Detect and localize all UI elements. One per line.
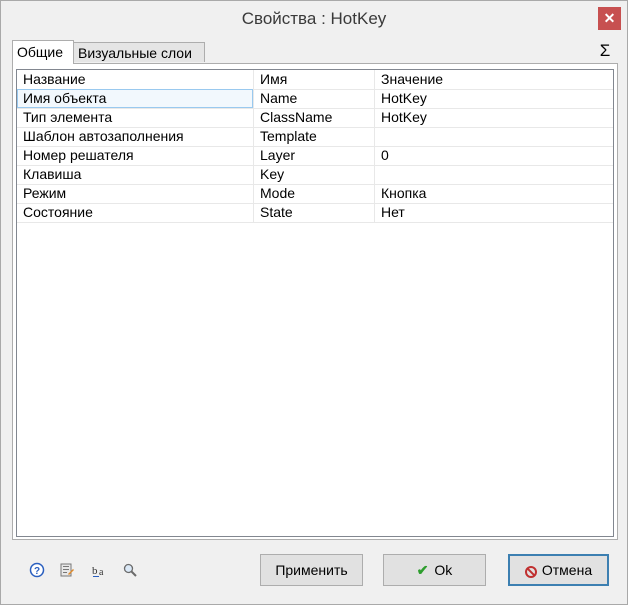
svg-text:?: ? (34, 566, 40, 577)
table-row[interactable]: Шаблон автозаполнения Template (17, 127, 613, 147)
cell-title[interactable]: Номер решателя (17, 146, 253, 165)
window-title: Свойства : HotKey (241, 9, 387, 28)
cell-value[interactable] (374, 127, 613, 146)
tab-general[interactable]: Общие (12, 40, 74, 64)
sigma-icon[interactable]: Σ (597, 41, 613, 61)
settings-edit-icon[interactable] (59, 562, 75, 578)
cell-value[interactable]: Нет (374, 203, 613, 222)
cell-title[interactable]: Имя объекта (17, 89, 253, 108)
cell-value[interactable]: HotKey (374, 89, 613, 108)
help-icon[interactable]: ? (29, 562, 45, 578)
cell-name[interactable]: Layer (253, 146, 374, 165)
ok-button[interactable]: ✔ Ok (383, 554, 486, 586)
tab-visual-layers[interactable]: Визуальные слои (73, 42, 205, 62)
cell-value[interactable]: Кнопка (374, 184, 613, 203)
cell-title[interactable]: Тип элемента (17, 108, 253, 127)
cell-name[interactable]: Name (253, 89, 374, 108)
close-button[interactable]: ✕ (598, 7, 621, 30)
header-title[interactable]: Название (17, 70, 253, 89)
title-bar[interactable]: Свойства : HotKey ✕ (1, 1, 627, 38)
table-row[interactable]: Режим Mode Кнопка (17, 184, 613, 204)
cell-value[interactable] (374, 165, 613, 184)
table-row[interactable]: Клавиша Key (17, 165, 613, 185)
check-icon: ✔ (416, 562, 429, 578)
table-row[interactable]: Состояние State Нет (17, 203, 613, 223)
cell-name[interactable]: Key (253, 165, 374, 184)
cancel-label: Отмена (541, 562, 593, 578)
dialog-footer: ? ba Применить ✔ Ok Отмена (1, 546, 627, 604)
header-name[interactable]: Имя (253, 70, 374, 89)
svg-text:a: a (99, 567, 104, 578)
cell-name[interactable]: ClassName (253, 108, 374, 127)
cell-name[interactable]: Mode (253, 184, 374, 203)
cell-title[interactable]: Клавиша (17, 165, 253, 184)
cancel-icon (524, 566, 537, 578)
cell-title[interactable]: Состояние (17, 203, 253, 222)
properties-dialog: Свойства : HotKey ✕ Общие Визуальные сло… (0, 0, 628, 605)
ok-label: Ok (434, 562, 453, 578)
table-row[interactable]: Тип элемента ClassName HotKey (17, 108, 613, 128)
apply-button[interactable]: Применить (260, 554, 363, 586)
search-icon[interactable] (122, 562, 138, 578)
cell-title[interactable]: Режим (17, 184, 253, 203)
cell-value[interactable]: HotKey (374, 108, 613, 127)
svg-text:b: b (92, 565, 98, 577)
cell-value[interactable]: 0 (374, 146, 613, 165)
cancel-button[interactable]: Отмена (508, 554, 609, 586)
cell-title[interactable]: Шаблон автозаполнения (17, 127, 253, 146)
cell-name[interactable]: Template (253, 127, 374, 146)
grid-header: Название Имя Значение (17, 70, 613, 90)
rename-icon[interactable]: ba (91, 562, 107, 578)
table-row[interactable]: Номер решателя Layer 0 (17, 146, 613, 166)
cell-name[interactable]: State (253, 203, 374, 222)
properties-grid[interactable]: Название Имя Значение Имя объекта Name H… (16, 69, 614, 537)
table-row[interactable]: Имя объекта Name HotKey (17, 89, 613, 109)
header-value[interactable]: Значение (374, 70, 613, 89)
tab-panel: Название Имя Значение Имя объекта Name H… (12, 63, 618, 540)
